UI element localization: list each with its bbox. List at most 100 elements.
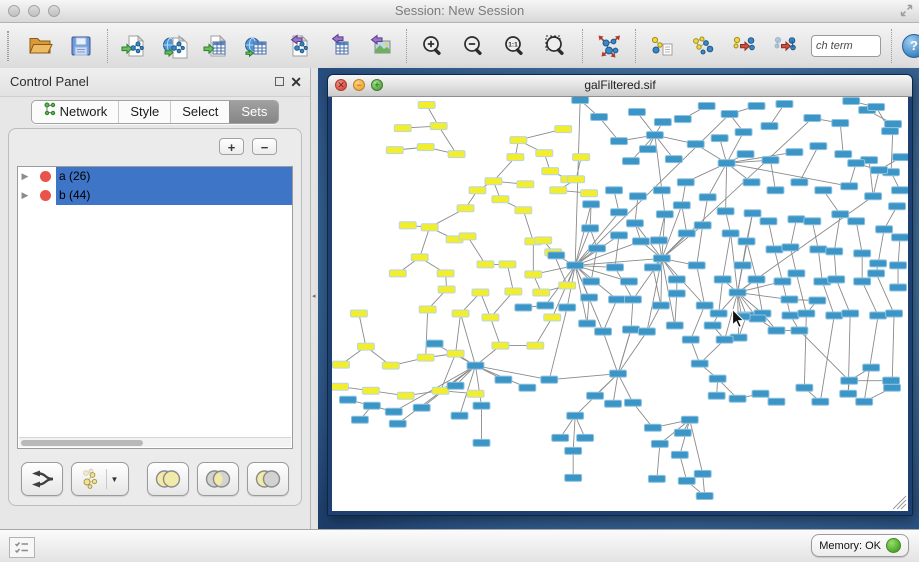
graph-node[interactable] [519, 384, 536, 391]
graph-node[interactable] [582, 225, 599, 232]
graph-node[interactable] [681, 416, 698, 423]
graph-node[interactable] [717, 208, 734, 215]
graph-node[interactable] [507, 154, 524, 161]
graph-node[interactable] [737, 151, 754, 158]
graph-node[interactable] [559, 282, 576, 289]
zoom-actual-size-button[interactable]: 1:1 [500, 31, 530, 61]
graph-node[interactable] [492, 196, 509, 203]
graph-node[interactable] [870, 260, 887, 267]
graph-node[interactable] [362, 387, 379, 394]
graph-node[interactable] [351, 416, 368, 423]
set-row[interactable]: ▶b (44) [18, 186, 292, 205]
graph-node[interactable] [841, 183, 858, 190]
graph-node[interactable] [890, 262, 907, 269]
graph-node[interactable] [332, 383, 348, 390]
network-view-window[interactable]: ✕ − + galFiltered.sif [327, 74, 913, 516]
graph-node[interactable] [452, 310, 469, 317]
graph-node[interactable] [389, 420, 406, 427]
graph-node[interactable] [459, 233, 476, 240]
graph-node[interactable] [451, 412, 468, 419]
horizontal-scrollbar[interactable] [19, 437, 291, 447]
graph-node[interactable] [885, 121, 902, 128]
graph-node[interactable] [654, 119, 671, 126]
graph-node[interactable] [729, 395, 746, 402]
network-window-titlebar[interactable]: ✕ − + galFiltered.sif [328, 75, 912, 97]
graph-node[interactable] [708, 392, 725, 399]
graph-node[interactable] [748, 276, 765, 283]
graph-node[interactable] [611, 138, 628, 145]
graph-node[interactable] [385, 408, 402, 415]
show-all-button[interactable] [770, 31, 800, 61]
graph-node[interactable] [776, 101, 793, 108]
graph-node[interactable] [525, 271, 542, 278]
graph-node[interactable] [485, 178, 502, 185]
export-image-button[interactable] [365, 31, 395, 61]
search-input[interactable] [811, 35, 881, 57]
graph-node[interactable] [591, 114, 608, 121]
graph-node[interactable] [716, 336, 733, 343]
graph-node[interactable] [854, 250, 871, 257]
graph-node[interactable] [791, 327, 808, 334]
new-network-from-selection-button[interactable] [688, 31, 718, 61]
graph-node[interactable] [639, 146, 656, 153]
graph-node[interactable] [826, 312, 843, 319]
graph-node[interactable] [541, 376, 558, 383]
graph-node[interactable] [339, 396, 356, 403]
network-canvas[interactable] [332, 97, 908, 511]
graph-node[interactable] [810, 246, 827, 253]
graph-node[interactable] [622, 158, 639, 165]
import-network-url-button[interactable] [160, 31, 190, 61]
graph-node[interactable] [482, 314, 499, 321]
graph-node[interactable] [832, 211, 849, 218]
graph-node[interactable] [536, 150, 553, 157]
graph-node[interactable] [809, 297, 826, 304]
graph-node[interactable] [810, 143, 827, 150]
graph-node[interactable] [610, 370, 627, 377]
zoom-out-button[interactable] [459, 31, 489, 61]
graph-node[interactable] [890, 284, 907, 291]
zoom-selected-button[interactable] [541, 31, 571, 61]
graph-node[interactable] [760, 218, 777, 225]
graph-node[interactable] [812, 398, 829, 405]
graph-node[interactable] [674, 429, 691, 436]
graph-node[interactable] [469, 187, 486, 194]
graph-node[interactable] [854, 278, 871, 285]
memory-status-button[interactable]: Memory: OK [811, 534, 909, 557]
graph-node[interactable] [788, 270, 805, 277]
graph-node[interactable] [332, 361, 349, 368]
graph-node[interactable] [652, 302, 669, 309]
graph-nodes[interactable] [332, 97, 908, 499]
graph-node[interactable] [835, 151, 852, 158]
graph-node[interactable] [761, 123, 778, 130]
graph-node[interactable] [840, 390, 857, 397]
float-panel-icon[interactable] [275, 77, 284, 86]
import-table-file-button[interactable] [201, 31, 231, 61]
graph-node[interactable] [696, 492, 713, 499]
graph-node[interactable] [749, 315, 766, 322]
graph-node[interactable] [552, 434, 569, 441]
tab-style[interactable]: Style [118, 101, 170, 123]
graph-node[interactable] [796, 384, 813, 391]
graph-node[interactable] [606, 187, 623, 194]
intersection-button[interactable] [197, 462, 239, 496]
graph-node[interactable] [589, 245, 606, 252]
graph-node[interactable] [644, 264, 661, 271]
graph-node[interactable] [505, 288, 522, 295]
graph-node[interactable] [651, 440, 668, 447]
hide-selected-button[interactable] [729, 31, 759, 61]
graph-node[interactable] [418, 102, 435, 109]
graph-node[interactable] [510, 137, 527, 144]
graph-node[interactable] [648, 475, 665, 482]
graph-node[interactable] [467, 390, 484, 397]
graph-node[interactable] [419, 306, 436, 313]
graph-node[interactable] [527, 342, 544, 349]
graph-node[interactable] [738, 238, 755, 245]
graph-node[interactable] [704, 322, 721, 329]
graph-node[interactable] [691, 360, 708, 367]
graph-node[interactable] [841, 377, 858, 384]
graph-node[interactable] [788, 216, 805, 223]
graph-node[interactable] [665, 156, 682, 163]
graph-node[interactable] [650, 237, 667, 244]
graph-node[interactable] [438, 286, 455, 293]
graph-node[interactable] [638, 328, 655, 335]
